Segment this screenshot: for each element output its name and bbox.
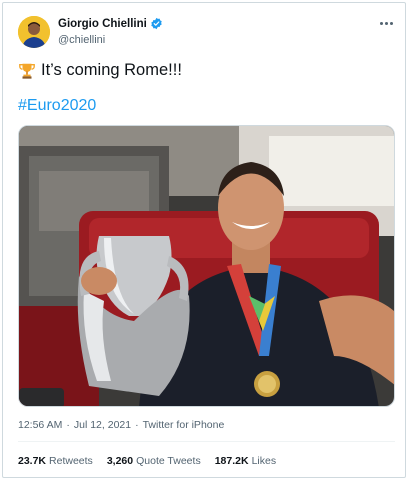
more-dot bbox=[384, 21, 388, 25]
meta-separator: · bbox=[135, 419, 139, 431]
tweet-photo[interactable] bbox=[18, 125, 395, 407]
verified-badge-icon bbox=[151, 17, 162, 30]
more-dot bbox=[389, 21, 393, 25]
retweets-stat[interactable]: 23.7K Retweets bbox=[18, 455, 93, 467]
meta-separator: · bbox=[66, 419, 70, 431]
more-options-icon[interactable] bbox=[375, 15, 397, 31]
likes-count: 187.2K bbox=[214, 455, 249, 467]
avatar-image bbox=[18, 16, 50, 48]
avatar[interactable] bbox=[18, 16, 50, 48]
tweet-time[interactable]: 12:56 AM bbox=[18, 419, 62, 431]
hashtag-link[interactable]: #Euro2020 bbox=[18, 97, 96, 115]
divider bbox=[18, 441, 395, 442]
user-handle[interactable]: @chiellini bbox=[58, 34, 105, 46]
tweet-stats: 23.7K Retweets 3,260 Quote Tweets 187.2K Li… bbox=[18, 455, 276, 467]
tweet-source[interactable]: Twitter for iPhone bbox=[143, 419, 225, 431]
tweet-text: It’s coming Rome!!! bbox=[18, 61, 182, 80]
quote-tweets-stat[interactable]: 3,260 Quote Tweets bbox=[107, 455, 201, 467]
retweets-label: Retweets bbox=[49, 455, 93, 467]
display-name-text[interactable]: Giorgio Chiellini bbox=[58, 18, 147, 30]
tweet-date[interactable]: Jul 12, 2021 bbox=[74, 419, 131, 431]
more-dot bbox=[379, 21, 383, 25]
quote-tweets-count: 3,260 bbox=[106, 455, 134, 467]
likes-label: Likes bbox=[251, 455, 277, 467]
retweets-count: 23.7K bbox=[18, 455, 47, 467]
display-name[interactable]: Giorgio Chiellini bbox=[58, 17, 163, 30]
likes-stat[interactable]: 187.2K Likes bbox=[215, 455, 276, 467]
tweet-text-body: It’s coming Rome!!! bbox=[41, 61, 182, 79]
quote-tweets-label: Quote Tweets bbox=[136, 455, 201, 467]
tweet-meta: 12:56 AM · Jul 12, 2021 · Twitter for iP… bbox=[18, 419, 224, 431]
photo-image bbox=[19, 126, 394, 406]
tweet-card: Giorgio Chiellini @chiellini It’s coming… bbox=[2, 2, 406, 478]
trophy-icon bbox=[19, 63, 35, 79]
